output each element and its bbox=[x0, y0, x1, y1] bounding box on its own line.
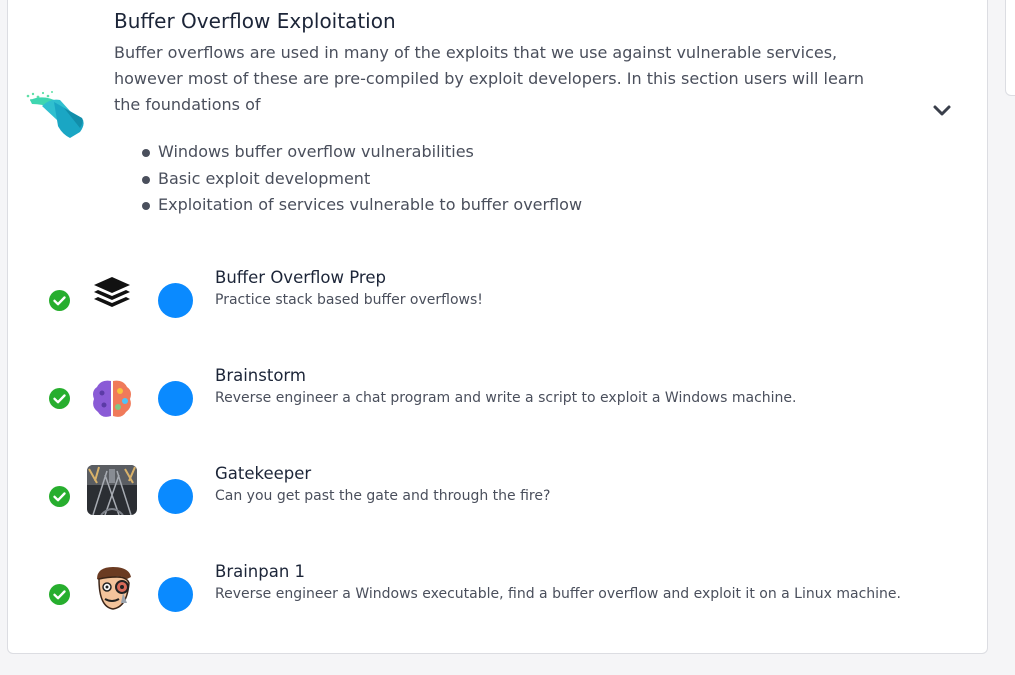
check-circle-icon bbox=[49, 388, 70, 409]
cartoon-face-icon bbox=[87, 563, 137, 613]
room-title[interactable]: Gatekeeper bbox=[215, 464, 311, 483]
room-status-dot bbox=[158, 577, 193, 612]
room-status-dot bbox=[158, 479, 193, 514]
room-row-gatekeeper[interactable]: Gatekeeper Can you get past the gate and… bbox=[0, 464, 1015, 531]
layers-stack-icon bbox=[87, 275, 137, 325]
room-title[interactable]: Brainpan 1 bbox=[215, 562, 305, 581]
chevron-down-icon[interactable] bbox=[932, 103, 952, 119]
room-row-brainpan-1[interactable]: Brainpan 1 Reverse engineer a Windows ex… bbox=[0, 562, 1015, 629]
topic-item: Basic exploit development bbox=[140, 166, 582, 193]
room-row-brainstorm[interactable]: Brainstorm Reverse engineer a chat progr… bbox=[0, 366, 1015, 433]
room-status-dot bbox=[158, 381, 193, 416]
topic-item: Windows buffer overflow vulnerabilities bbox=[140, 139, 582, 166]
room-title[interactable]: Buffer Overflow Prep bbox=[215, 268, 386, 287]
topic-item: Exploitation of services vulnerable to b… bbox=[140, 192, 582, 219]
room-title[interactable]: Brainstorm bbox=[215, 366, 306, 385]
adjacent-card-edge bbox=[1005, 0, 1015, 96]
room-description: Can you get past the gate and through th… bbox=[215, 488, 551, 504]
check-circle-icon bbox=[49, 486, 70, 507]
room-row-buffer-overflow-prep[interactable]: Buffer Overflow Prep Practice stack base… bbox=[0, 268, 1015, 335]
module-description: Buffer overflows are used in many of the… bbox=[114, 43, 865, 114]
module-title: Buffer Overflow Exploitation bbox=[114, 9, 396, 33]
room-status-dot bbox=[158, 283, 193, 318]
room-description: Practice stack based buffer overflows! bbox=[215, 292, 483, 308]
room-description: Reverse engineer a chat program and writ… bbox=[215, 390, 797, 406]
paint-bucket-icon bbox=[26, 91, 84, 138]
module-topic-list: Windows buffer overflow vulnerabilities … bbox=[140, 139, 582, 219]
room-description: Reverse engineer a Windows executable, f… bbox=[215, 586, 901, 602]
gate-fire-icon bbox=[87, 465, 137, 515]
check-circle-icon bbox=[49, 584, 70, 605]
check-circle-icon bbox=[49, 290, 70, 311]
brain-icon bbox=[87, 373, 137, 423]
